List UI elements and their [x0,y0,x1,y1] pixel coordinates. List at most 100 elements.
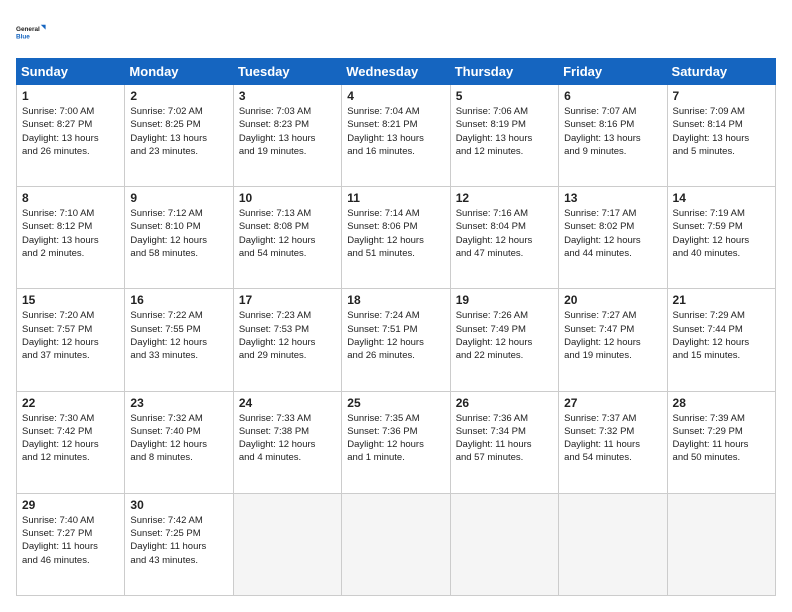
cell-line: Sunrise: 7:30 AM [22,412,119,425]
calendar-cell [559,493,667,595]
calendar-cell [450,493,558,595]
cell-info: Sunrise: 7:26 AMSunset: 7:49 PMDaylight:… [456,309,553,362]
cell-line: and 26 minutes. [22,145,119,158]
cell-line: Daylight: 11 hours [456,438,553,451]
cell-line: Sunrise: 7:03 AM [239,105,336,118]
cell-info: Sunrise: 7:35 AMSunset: 7:36 PMDaylight:… [347,412,444,465]
cell-line: Sunrise: 7:10 AM [22,207,119,220]
cell-line: Sunset: 7:47 PM [564,323,661,336]
cell-info: Sunrise: 7:36 AMSunset: 7:34 PMDaylight:… [456,412,553,465]
cell-line: and 8 minutes. [130,451,227,464]
logo-icon: GeneralBlue [16,16,48,48]
cell-line: Sunset: 7:42 PM [22,425,119,438]
day-header-tuesday: Tuesday [233,59,341,85]
cell-line: Sunrise: 7:14 AM [347,207,444,220]
calendar-cell: 10Sunrise: 7:13 AMSunset: 8:08 PMDayligh… [233,187,341,289]
cell-info: Sunrise: 7:30 AMSunset: 7:42 PMDaylight:… [22,412,119,465]
cell-line: Sunrise: 7:35 AM [347,412,444,425]
cell-info: Sunrise: 7:20 AMSunset: 7:57 PMDaylight:… [22,309,119,362]
cell-line: and 16 minutes. [347,145,444,158]
cell-line: Sunrise: 7:39 AM [673,412,770,425]
day-number: 11 [347,191,444,205]
cell-line: and 58 minutes. [130,247,227,260]
cell-line: Daylight: 13 hours [22,132,119,145]
cell-line: Sunset: 7:40 PM [130,425,227,438]
cell-line: and 4 minutes. [239,451,336,464]
week-row-0: 1 Sunrise: 7:00 AMSunset: 8:27 PMDaylight… [17,85,776,187]
cell-line: Sunset: 7:57 PM [22,323,119,336]
cell-info: Sunrise: 7:14 AMSunset: 8:06 PMDaylight:… [347,207,444,260]
calendar-cell: 5Sunrise: 7:06 AMSunset: 8:19 PMDaylight… [450,85,558,187]
cell-line: Sunrise: 7:33 AM [239,412,336,425]
cell-line: Sunrise: 7:37 AM [564,412,661,425]
cell-line: Sunrise: 7:04 AM [347,105,444,118]
cell-line: and 26 minutes. [347,349,444,362]
cell-line: Sunrise: 7:36 AM [456,412,553,425]
cell-info: Sunrise: 7:16 AMSunset: 8:04 PMDaylight:… [456,207,553,260]
cell-line: Daylight: 12 hours [564,234,661,247]
cell-line: and 29 minutes. [239,349,336,362]
calendar-cell: 30Sunrise: 7:42 AMSunset: 7:25 PMDayligh… [125,493,233,595]
cell-line: and 40 minutes. [673,247,770,260]
cell-line: Daylight: 13 hours [239,132,336,145]
cell-line: and 9 minutes. [564,145,661,158]
svg-text:General: General [16,26,40,33]
cell-line: Sunrise: 7:17 AM [564,207,661,220]
cell-line: Sunset: 7:34 PM [456,425,553,438]
day-number: 6 [564,89,661,103]
cell-line: Sunrise: 7:16 AM [456,207,553,220]
cell-info: Sunrise: 7:00 AMSunset: 8:27 PMDaylight:… [22,105,119,158]
cell-line: Sunset: 8:14 PM [673,118,770,131]
day-number: 14 [673,191,770,205]
cell-line: Sunset: 8:08 PM [239,220,336,233]
day-number: 26 [456,396,553,410]
day-number: 15 [22,293,119,307]
day-number: 24 [239,396,336,410]
day-number: 9 [130,191,227,205]
calendar-cell: 9 Sunrise: 7:12 AMSunset: 8:10 PMDaylight… [125,187,233,289]
calendar-cell: 17Sunrise: 7:23 AMSunset: 7:53 PMDayligh… [233,289,341,391]
cell-info: Sunrise: 7:13 AMSunset: 8:08 PMDaylight:… [239,207,336,260]
week-row-1: 8Sunrise: 7:10 AMSunset: 8:12 PMDaylight… [17,187,776,289]
cell-line: Daylight: 11 hours [673,438,770,451]
calendar-cell: 21Sunrise: 7:29 AMSunset: 7:44 PMDayligh… [667,289,775,391]
cell-line: Daylight: 13 hours [130,132,227,145]
cell-info: Sunrise: 7:02 AMSunset: 8:25 PMDaylight:… [130,105,227,158]
week-row-3: 22Sunrise: 7:30 AMSunset: 7:42 PMDayligh… [17,391,776,493]
calendar-cell: 22 Sunrise: 7:30 AMSunset: 7:42 PMDayligh… [17,391,125,493]
cell-info: Sunrise: 7:37 AMSunset: 7:32 PMDaylight:… [564,412,661,465]
cell-line: Sunrise: 7:20 AM [22,309,119,322]
cell-line: Daylight: 12 hours [130,336,227,349]
cell-line: Sunset: 8:21 PM [347,118,444,131]
day-number: 21 [673,293,770,307]
calendar-cell [233,493,341,595]
cell-info: Sunrise: 7:27 AMSunset: 7:47 PMDaylight:… [564,309,661,362]
cell-line: and 37 minutes. [22,349,119,362]
cell-line: Daylight: 12 hours [130,438,227,451]
cell-line: Sunrise: 7:07 AM [564,105,661,118]
cell-line: and 54 minutes. [239,247,336,260]
cell-line: Daylight: 12 hours [456,336,553,349]
cell-line: Daylight: 12 hours [347,234,444,247]
cell-line: Sunrise: 7:42 AM [130,514,227,527]
cell-line: Sunrise: 7:00 AM [22,105,119,118]
cell-info: Sunrise: 7:10 AMSunset: 8:12 PMDaylight:… [22,207,119,260]
day-number: 1 [22,89,119,103]
calendar-cell: 23Sunrise: 7:32 AMSunset: 7:40 PMDayligh… [125,391,233,493]
day-header-thursday: Thursday [450,59,558,85]
day-number: 25 [347,396,444,410]
cell-line: Sunset: 8:12 PM [22,220,119,233]
header-row: SundayMondayTuesdayWednesdayThursdayFrid… [17,59,776,85]
cell-line: Daylight: 12 hours [347,336,444,349]
cell-info: Sunrise: 7:12 AMSunset: 8:10 PMDaylight:… [130,207,227,260]
calendar-cell: 24Sunrise: 7:33 AMSunset: 7:38 PMDayligh… [233,391,341,493]
cell-line: Daylight: 11 hours [130,540,227,553]
cell-line: Sunset: 7:51 PM [347,323,444,336]
cell-line: Daylight: 12 hours [673,336,770,349]
day-number: 22 [22,396,119,410]
calendar-cell [667,493,775,595]
day-number: 27 [564,396,661,410]
calendar-cell: 6Sunrise: 7:07 AMSunset: 8:16 PMDaylight… [559,85,667,187]
cell-line: Sunset: 7:55 PM [130,323,227,336]
calendar-cell: 13Sunrise: 7:17 AMSunset: 8:02 PMDayligh… [559,187,667,289]
